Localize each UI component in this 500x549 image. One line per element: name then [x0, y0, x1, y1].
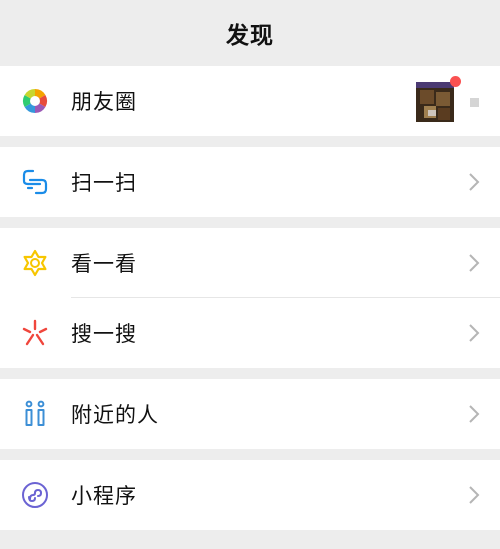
mini-program-icon	[20, 480, 50, 510]
search-row[interactable]: 搜一搜	[0, 298, 500, 368]
new-moment-badge	[450, 76, 461, 87]
moments-avatar	[416, 82, 454, 122]
people-nearby-icon	[20, 399, 50, 429]
people-nearby-row[interactable]: 附近的人	[0, 379, 500, 449]
nearby-group: 附近的人	[0, 379, 500, 449]
chevron-right-icon	[469, 324, 480, 342]
more-indicator	[470, 98, 479, 107]
scan-label: 扫一扫	[71, 171, 137, 195]
search-label: 搜一搜	[71, 322, 137, 346]
discover-group: 看一看 搜一搜	[0, 228, 500, 368]
search-icon	[20, 318, 50, 348]
top-bar: 发现	[0, 0, 500, 66]
top-stories-row[interactable]: 看一看	[0, 228, 500, 298]
chevron-right-icon	[469, 254, 480, 272]
top-stories-icon	[20, 248, 50, 278]
scan-row[interactable]: 扫一扫	[0, 147, 500, 217]
page-title: 发现	[226, 23, 274, 49]
mini-programs-label: 小程序	[71, 484, 137, 508]
scan-group: 扫一扫	[0, 147, 500, 217]
scan-icon	[20, 167, 50, 197]
chevron-right-icon	[469, 405, 480, 423]
moments-icon	[20, 86, 50, 116]
moments-label: 朋友圈	[71, 90, 137, 114]
mini-programs-group: 小程序	[0, 460, 500, 530]
top-stories-label: 看一看	[71, 252, 137, 276]
mini-programs-row[interactable]: 小程序	[0, 460, 500, 530]
people-nearby-label: 附近的人	[71, 403, 159, 427]
chevron-right-icon	[469, 486, 480, 504]
chevron-right-icon	[469, 173, 480, 191]
